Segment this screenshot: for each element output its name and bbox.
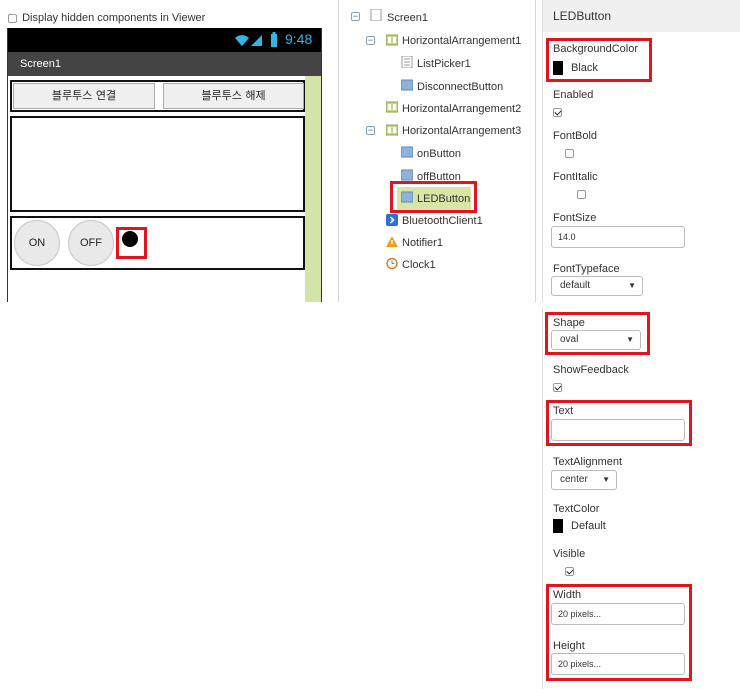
dropdown-arrow-icon: ▼	[602, 475, 610, 484]
viewer-panel: Display hidden components in Viewer 9:48…	[0, 0, 330, 302]
horizontal-arrangement-1[interactable]: 블루투스 연결 블루투스 해제	[10, 80, 305, 112]
list-picker-icon	[401, 56, 413, 68]
clock-icon	[386, 257, 398, 269]
display-hidden-checkbox[interactable]	[8, 13, 17, 23]
viewer-scroll-track	[305, 76, 321, 302]
status-bar: 9:48	[8, 28, 321, 52]
disconnect-button[interactable]: 블루투스 해제	[163, 83, 304, 109]
tree-item-horizontal-arrangement2[interactable]: HorizontalArrangement2	[402, 100, 521, 118]
off-button[interactable]: OFF	[68, 220, 114, 266]
text-alignment-value: center	[560, 474, 588, 485]
collapse-harr3-toggle[interactable]: −	[366, 126, 375, 135]
enabled-checkbox[interactable]	[553, 107, 562, 117]
connect-button[interactable]: 블루투스 연결	[13, 83, 155, 109]
properties-component-name: LEDButton	[543, 0, 740, 32]
display-hidden-label: Display hidden components in Viewer	[22, 12, 206, 24]
font-typeface-value: default	[560, 280, 591, 291]
text-alignment-label: TextAlignment	[553, 456, 623, 468]
show-feedback-label: ShowFeedback	[553, 364, 629, 376]
font-typeface-select[interactable]: default ▼	[551, 276, 643, 296]
horizontal-arrangement-icon	[386, 34, 398, 46]
led-button-tree-highlight	[390, 181, 477, 213]
font-size-input[interactable]: 14.0	[551, 226, 685, 248]
text-color-label: TextColor	[553, 503, 600, 515]
button-icon	[401, 146, 413, 158]
wifi-signal-icon	[235, 35, 262, 46]
text-color-swatch[interactable]	[553, 519, 563, 533]
font-italic-checkbox[interactable]	[577, 189, 587, 199]
display-hidden-row[interactable]: Display hidden components in Viewer	[8, 12, 205, 24]
width-height-highlight	[546, 584, 692, 681]
background-color-highlight	[546, 38, 652, 82]
component-tree-panel: − Screen1 − HorizontalArrangement1 ListP…	[338, 0, 536, 302]
tree-item-screen1[interactable]: Screen1	[387, 9, 428, 27]
text-highlight	[546, 400, 692, 446]
tree-item-clock1[interactable]: Clock1	[402, 256, 436, 274]
tree-item-notifier1[interactable]: Notifier1	[402, 234, 443, 252]
visible-label: Visible	[553, 548, 586, 560]
show-feedback-checkbox[interactable]	[553, 382, 562, 392]
visible-checkbox[interactable]	[565, 566, 575, 576]
button-icon	[401, 79, 413, 91]
font-typeface-label: FontTypeface	[553, 263, 620, 275]
collapse-screen1-toggle[interactable]: −	[351, 12, 360, 21]
text-color-value[interactable]: Default	[571, 520, 606, 532]
font-italic-label: FontItalic	[553, 171, 598, 183]
dropdown-arrow-icon: ▼	[628, 281, 636, 290]
horizontal-arrangement-2[interactable]	[10, 116, 305, 212]
text-alignment-select[interactable]: center ▼	[551, 470, 617, 490]
tree-item-horizontal-arrangement1[interactable]: HorizontalArrangement1	[402, 32, 521, 50]
status-time: 9:48	[285, 31, 313, 47]
screen-icon	[370, 9, 382, 21]
phone-preview: 9:48 Screen1 블루투스 연결 블루투스 해제 ON OFF	[7, 28, 322, 302]
button-icon	[401, 169, 413, 181]
horizontal-arrangement-icon	[386, 101, 398, 113]
font-bold-label: FontBold	[553, 130, 598, 142]
on-button[interactable]: ON	[14, 220, 60, 266]
horizontal-arrangement-icon	[386, 124, 398, 136]
led-button-highlight	[116, 227, 147, 259]
enabled-label: Enabled	[553, 89, 594, 101]
properties-panel-top: LEDButton BackgroundColor Black Enabled …	[542, 0, 740, 302]
tree-item-on-button[interactable]: onButton	[417, 145, 461, 163]
battery-icon	[271, 32, 277, 47]
tree-item-horizontal-arrangement3[interactable]: HorizontalArrangement3	[402, 122, 521, 140]
properties-panel-bottom: Shape oval ▼ ShowFeedback Text TextAlign…	[542, 307, 740, 689]
font-size-label: FontSize	[553, 212, 597, 224]
font-bold-checkbox[interactable]	[565, 148, 575, 158]
collapse-harr1-toggle[interactable]: −	[366, 36, 375, 45]
bluetooth-icon	[386, 214, 398, 226]
tree-item-bluetooth-client1[interactable]: BluetoothClient1	[402, 212, 483, 230]
screen-title: Screen1	[8, 52, 321, 76]
tree-item-disconnect-button[interactable]: DisconnectButton	[417, 78, 503, 96]
horizontal-arrangement-3[interactable]: ON OFF	[10, 216, 305, 270]
warning-icon	[386, 236, 398, 247]
tree-item-list-picker1[interactable]: ListPicker1	[417, 55, 471, 73]
shape-highlight	[545, 312, 650, 355]
